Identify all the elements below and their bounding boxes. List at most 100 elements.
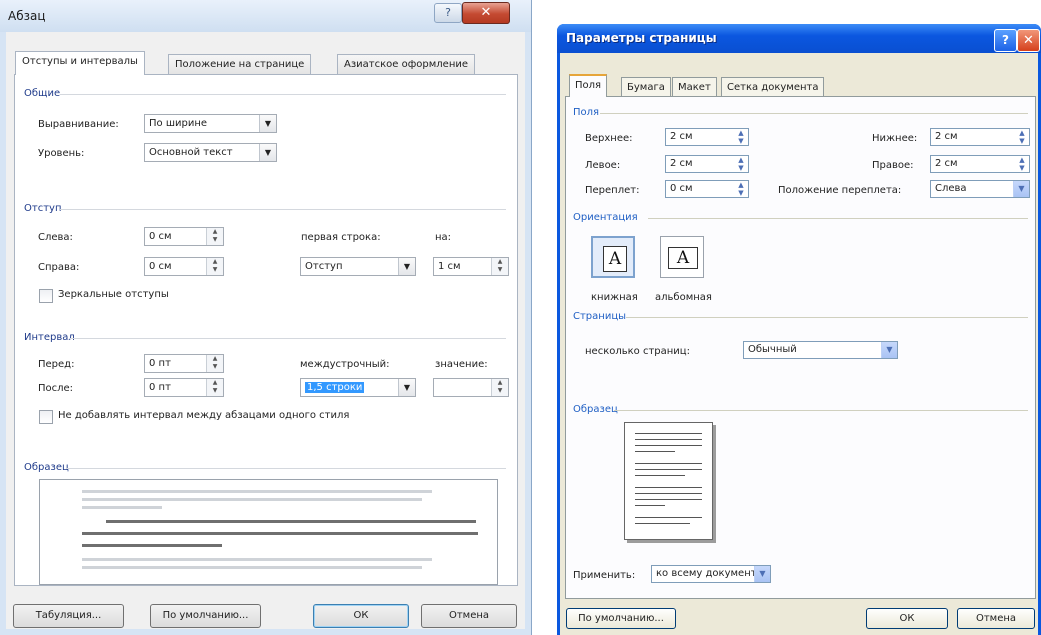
indent-right-spinner[interactable]: 0 см ▲ ▼ <box>144 257 224 276</box>
chevron-down-icon[interactable]: ▼ <box>881 342 897 358</box>
first-line-value: Отступ <box>305 261 343 272</box>
apply-to-label: Применить: <box>573 570 636 581</box>
chevron-down-icon[interactable]: ▼ <box>398 379 415 396</box>
tab-paper[interactable]: Бумага <box>621 77 671 96</box>
chevron-down-icon[interactable]: ▼ <box>754 566 770 582</box>
ok-button[interactable]: ОК <box>866 608 948 629</box>
sample-line <box>82 532 478 535</box>
spinner-arrows-icon[interactable]: ▲ ▼ <box>491 258 508 275</box>
mirror-indents-checkbox[interactable] <box>39 289 53 303</box>
orientation-divider <box>648 218 1028 219</box>
landscape-option[interactable]: A <box>660 236 704 278</box>
sample-line <box>82 498 422 501</box>
sample-line <box>82 490 432 493</box>
indent-right-label: Справа: <box>38 262 80 273</box>
apply-to-value: ко всему документу <box>656 568 763 579</box>
close-icon[interactable]: ✕ <box>462 2 510 24</box>
gutter-position-select[interactable]: Слева ▼ <box>930 180 1030 198</box>
spacing-before-label: Перед: <box>38 359 75 370</box>
spinner-arrows-icon[interactable]: ▲ ▼ <box>491 379 508 396</box>
margins-heading: Поля <box>573 107 600 118</box>
level-select[interactable]: Основной текст ▼ <box>144 143 277 162</box>
ok-button[interactable]: ОК <box>313 604 409 628</box>
top-margin-value: 2 см <box>670 131 693 142</box>
indent-left-spinner[interactable]: 0 см ▲ ▼ <box>144 227 224 246</box>
dont-add-space-checkbox[interactable] <box>39 410 53 424</box>
line-spacing-select[interactable]: 1,5 строки ▼ <box>300 378 416 397</box>
sample-line <box>82 506 162 509</box>
preview-heading: Образец <box>573 404 618 415</box>
spacing-value-spinner[interactable]: ▲ ▼ <box>433 378 509 397</box>
chevron-down-icon[interactable]: ▼ <box>259 144 276 161</box>
paragraph-dialog-title: Абзац <box>8 9 46 23</box>
level-value: Основной текст <box>149 147 233 158</box>
tab-indents-spacing[interactable]: Отступы и интервалы <box>15 51 145 75</box>
spinner-arrows-icon[interactable]: ▲ ▼ <box>1015 156 1029 172</box>
help-icon[interactable]: ? <box>994 29 1017 52</box>
tabs-button[interactable]: Табуляция... <box>13 604 124 628</box>
spinner-arrows-icon[interactable]: ▲ ▼ <box>734 156 748 172</box>
first-line-select[interactable]: Отступ ▼ <box>300 257 416 276</box>
preview-line <box>635 439 702 440</box>
page-setup-title: Параметры страницы <box>566 31 717 45</box>
paragraph-sample-preview <box>39 479 498 585</box>
tab-line-page-breaks[interactable]: Положение на странице <box>168 54 312 74</box>
spinner-arrows-icon[interactable]: ▲ ▼ <box>206 258 223 275</box>
page-setup-titlebar[interactable]: Параметры страницы ? ✕ <box>557 24 1041 53</box>
dont-add-space-label: Не добавлять интервал между абзацами одн… <box>58 410 350 421</box>
spinner-arrows-icon[interactable]: ▲ ▼ <box>1015 129 1029 145</box>
portrait-option[interactable]: A <box>591 236 635 278</box>
multiple-pages-value: Обычный <box>748 344 797 355</box>
sample-divider <box>66 468 506 469</box>
set-default-button[interactable]: По умолчанию... <box>150 604 261 628</box>
close-icon[interactable]: ✕ <box>1017 29 1040 52</box>
bottom-margin-label: Нижнее: <box>872 133 918 144</box>
apply-to-select[interactable]: ко всему документу ▼ <box>651 565 771 583</box>
paragraph-dialog-titlebar[interactable]: Абзац ? ✕ <box>0 0 531 32</box>
right-margin-spinner[interactable]: 2 см ▲ ▼ <box>930 155 1030 173</box>
spinner-arrows-icon[interactable]: ▲ ▼ <box>734 181 748 197</box>
chevron-down-icon[interactable]: ▼ <box>398 258 415 275</box>
preview-line <box>635 523 690 524</box>
set-default-button[interactable]: По умолчанию... <box>566 608 676 629</box>
general-divider <box>60 94 506 95</box>
spinner-arrows-icon[interactable]: ▲ ▼ <box>206 379 223 396</box>
line-spacing-label: междустрочный: <box>300 359 390 370</box>
tab-asian-typography[interactable]: Азиатское оформление <box>337 54 476 74</box>
landscape-label: альбомная <box>655 292 712 303</box>
tab-document-grid[interactable]: Сетка документа <box>721 77 825 96</box>
indent-heading: Отступ <box>24 203 62 214</box>
spinner-arrows-icon[interactable]: ▲ ▼ <box>734 129 748 145</box>
indent-by-spinner[interactable]: 1 см ▲ ▼ <box>433 257 509 276</box>
preview-line <box>635 499 702 500</box>
indent-by-value: 1 см <box>438 261 461 272</box>
help-icon[interactable]: ? <box>434 3 462 23</box>
general-heading: Общие <box>24 88 61 99</box>
spacing-after-spinner[interactable]: 0 пт ▲ ▼ <box>144 378 224 397</box>
top-margin-spinner[interactable]: 2 см ▲ ▼ <box>665 128 749 146</box>
sample-heading: Образец <box>24 462 69 473</box>
orientation-heading: Ориентация <box>573 212 638 223</box>
chevron-down-icon[interactable]: ▼ <box>1013 181 1029 197</box>
multiple-pages-select[interactable]: Обычный ▼ <box>743 341 898 359</box>
cancel-button[interactable]: Отмена <box>421 604 517 628</box>
tab-layout[interactable]: Макет <box>672 77 717 96</box>
level-label: Уровень: <box>38 148 85 159</box>
bottom-margin-spinner[interactable]: 2 см ▲ ▼ <box>930 128 1030 146</box>
preview-line <box>635 493 702 494</box>
line-spacing-value: 1,5 строки <box>305 382 365 393</box>
tab-margins[interactable]: Поля <box>569 74 608 97</box>
chevron-down-icon[interactable]: ▼ <box>259 115 276 132</box>
indent-left-value: 0 см <box>149 231 172 242</box>
spacing-divider <box>70 338 506 339</box>
spinner-arrows-icon[interactable]: ▲ ▼ <box>206 228 223 245</box>
left-margin-spinner[interactable]: 2 см ▲ ▼ <box>665 155 749 173</box>
pages-heading: Страницы <box>573 311 627 322</box>
preview-line <box>635 433 702 434</box>
spacing-before-spinner[interactable]: 0 пт ▲ ▼ <box>144 354 224 373</box>
alignment-select[interactable]: По ширине ▼ <box>144 114 277 133</box>
spinner-arrows-icon[interactable]: ▲ ▼ <box>206 355 223 372</box>
gutter-position-value: Слева <box>935 183 967 194</box>
cancel-button[interactable]: Отмена <box>957 608 1035 629</box>
gutter-spinner[interactable]: 0 см ▲ ▼ <box>665 180 749 198</box>
